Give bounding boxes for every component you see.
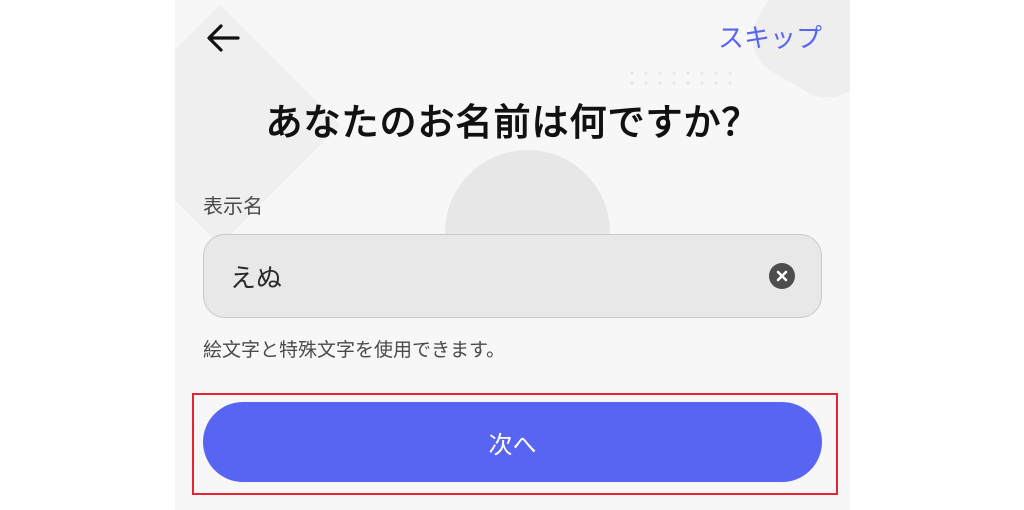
display-name-input-container[interactable] [203,234,822,318]
page-title: あなたのお名前は何ですか？ [265,101,760,144]
back-button[interactable] [203,20,243,56]
clear-x-icon [776,270,788,282]
next-button-label: 次へ [488,430,537,459]
skip-link[interactable]: スキップ [718,18,822,55]
background-decoration-dots [625,68,735,88]
clear-input-button[interactable] [769,263,795,289]
display-name-label: 表示名 [203,194,263,218]
next-button[interactable]: 次へ [203,402,822,482]
app-screen: スキップ あなたのお名前は何ですか？ 表示名 絵文字と特殊文字を使用できます。 … [175,0,850,510]
arrow-left-icon [207,24,240,52]
input-hint: 絵文字と特殊文字を使用できます。 [203,339,506,361]
display-name-input[interactable] [230,261,769,291]
page: スキップ あなたのお名前は何ですか？ 表示名 絵文字と特殊文字を使用できます。 … [0,0,1024,510]
